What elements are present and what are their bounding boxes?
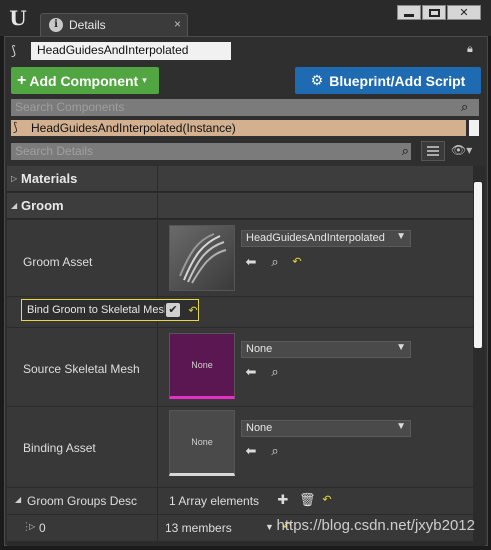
add-element-icon[interactable]: ✚ [275, 492, 291, 508]
skeletal-mesh-thumbnail[interactable]: None [169, 333, 235, 399]
eye-icon: 👁︎▾ [451, 143, 473, 157]
close-button[interactable]: ✕ [447, 5, 481, 20]
property-binding-asset: Binding Asset None None ▼ ⬅ ⌕ [7, 407, 473, 487]
category-materials[interactable]: ▷ Materials [7, 166, 473, 192]
add-component-label: Add Component [29, 72, 139, 89]
search-icon[interactable]: ⌕ [461, 99, 477, 115]
combo-value: None [246, 343, 273, 355]
search-icon[interactable]: ⌕ [402, 143, 409, 159]
binding-asset-combo[interactable]: None ▼ [241, 420, 411, 437]
actor-name-field[interactable]: HeadGuidesAndInterpolated [31, 42, 231, 60]
use-selected-arrow-icon[interactable]: ⬅ [243, 443, 259, 459]
binding-asset-thumbnail[interactable]: None [169, 410, 235, 476]
browse-search-icon[interactable]: ⌕ [267, 364, 283, 380]
unreal-logo-icon: U [9, 6, 27, 30]
tab-close-icon[interactable]: × [174, 17, 181, 31]
reset-to-default-icon[interactable]: ↶ [185, 303, 201, 319]
dropdown-caret-icon: ▾ [142, 75, 147, 85]
groom-component-icon: ⟆ [13, 120, 18, 134]
gears-icon: ⚙ [310, 72, 324, 88]
combo-value: None [246, 422, 273, 434]
minimize-button[interactable] [397, 5, 421, 20]
category-label: Materials [21, 171, 78, 186]
property-matrix-button[interactable] [421, 141, 445, 161]
property-source-skeletal-mesh: Source Skeletal Mesh None None ▼ ⬅ ⌕ [7, 328, 473, 406]
plus-icon: + [17, 71, 27, 89]
search-details-placeholder: Search Details [15, 144, 94, 158]
component-list-scrollbar[interactable] [469, 120, 479, 136]
browse-search-icon[interactable]: ⌕ [267, 443, 283, 459]
actor-row: ⟆ HeadGuidesAndInterpolated 🔒︎ [11, 41, 481, 63]
details-body: ▷ Materials ◢ Groom Groom Asset HeadGuid… [7, 166, 485, 546]
title-bar: U i Details × ✕ [0, 0, 491, 36]
search-details-input[interactable]: Search Details ⌕ [11, 143, 411, 160]
use-selected-arrow-icon[interactable]: ⬅ [243, 254, 259, 270]
property-label: Groom Groups Desc [27, 494, 138, 508]
property-label: 0 [39, 521, 46, 535]
chevron-down-icon: ▼ [396, 342, 406, 353]
members-count: 13 members [165, 521, 232, 535]
thumbnail-none-label: None [191, 437, 213, 447]
details-scrollbar[interactable] [473, 182, 483, 348]
search-components-input[interactable]: Search Components ⌕ [11, 99, 479, 116]
add-component-button[interactable]: + Add Component ▾ [11, 67, 159, 94]
trash-icon[interactable]: 🗑︎ [299, 492, 316, 508]
checkbox-checked[interactable]: ✔ [166, 303, 180, 317]
property-label: Binding Asset [23, 441, 96, 455]
details-panel: ⟆ HeadGuidesAndInterpolated 🔒︎ + Add Com… [4, 36, 488, 546]
category-groom[interactable]: ◢ Groom [7, 193, 473, 219]
chevron-down-icon[interactable]: ▼ [265, 522, 274, 532]
scrollbar-thumb[interactable] [474, 182, 482, 348]
property-groom-groups-desc: ◢ Groom Groups Desc 1 Array elements ✚ 🗑… [7, 488, 473, 514]
property-label: Bind Groom to Skeletal Mesh [27, 304, 165, 316]
category-label: Groom [21, 198, 64, 213]
chevron-down-icon: ▼ [396, 421, 406, 432]
search-components-placeholder: Search Components [15, 100, 125, 114]
component-instance-row[interactable]: ⟆ HeadGuidesAndInterpolated(Instance) [11, 120, 466, 136]
use-selected-arrow-icon[interactable]: ⬅ [243, 364, 259, 380]
source-mesh-combo[interactable]: None ▼ [241, 341, 411, 358]
close-icon: ✕ [459, 7, 469, 19]
grid-icon [427, 146, 439, 156]
tab-label: Details [69, 18, 106, 32]
view-options-button[interactable]: 👁︎▾ [451, 143, 481, 159]
maximize-icon [428, 8, 440, 17]
lock-icon[interactable]: 🔒︎ [467, 43, 481, 57]
combo-value: HeadGuidesAndInterpolated [246, 232, 385, 244]
reset-to-default-icon[interactable]: ↶ [319, 492, 335, 508]
groom-actor-icon: ⟆ [11, 43, 17, 58]
chevron-down-icon: ▼ [396, 231, 406, 242]
maximize-button[interactable] [422, 5, 446, 20]
info-icon: i [49, 18, 63, 32]
collapsed-arrow-icon[interactable]: ▷ [29, 522, 35, 531]
thumbnail-none-label: None [191, 360, 213, 370]
tab-details[interactable]: i Details × [40, 13, 188, 36]
groom-asset-thumbnail[interactable] [169, 225, 235, 291]
expanded-arrow-icon: ◢ [11, 201, 18, 210]
component-toolbar: + Add Component ▾ ⚙ Blueprint/Add Script [11, 67, 483, 95]
bind-groom-checkbox-row[interactable]: Bind Groom to Skeletal Mesh ✔ ↶ [21, 299, 199, 321]
watermark-text: https://blog.csdn.net/jxyb2012 [276, 517, 475, 534]
property-label: Source Skeletal Mesh [23, 362, 140, 376]
expanded-arrow-icon[interactable]: ◢ [15, 495, 21, 504]
blueprint-add-script-button[interactable]: ⚙ Blueprint/Add Script [295, 67, 481, 94]
instance-label: HeadGuidesAndInterpolated(Instance) [31, 121, 236, 135]
browse-search-icon[interactable]: ⌕ [267, 254, 283, 270]
array-count: 1 Array elements [169, 494, 260, 508]
blueprint-label: Blueprint/Add Script [329, 72, 466, 89]
collapsed-arrow-icon: ▷ [11, 174, 18, 183]
groom-asset-combo[interactable]: HeadGuidesAndInterpolated ▼ [241, 230, 411, 247]
groom-hair-icon [179, 233, 227, 284]
window-controls: ✕ [397, 5, 481, 21]
reset-to-default-icon[interactable]: ↶ [289, 254, 305, 270]
property-label: Groom Asset [23, 255, 93, 269]
property-groom-asset: Groom Asset HeadGuidesAndInterpolated ▼ … [7, 220, 473, 296]
minimize-icon [404, 13, 414, 17]
